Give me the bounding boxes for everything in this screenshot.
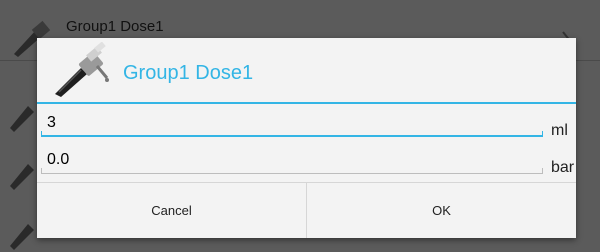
portafilter-icon xyxy=(10,224,34,250)
pressure-row: bar xyxy=(37,141,576,178)
list-item-title: Group1 Dose1 xyxy=(66,18,164,35)
pressure-input[interactable] xyxy=(41,148,549,172)
underline-tick xyxy=(41,131,42,137)
ok-button[interactable]: OK xyxy=(306,183,576,238)
dialog-button-bar: Cancel OK xyxy=(37,182,576,238)
volume-row: ml xyxy=(37,104,576,141)
underline-tick xyxy=(542,168,543,174)
volume-input[interactable] xyxy=(41,111,549,135)
portafilter-icon xyxy=(10,106,34,132)
underline-tick xyxy=(41,168,42,174)
volume-unit: ml xyxy=(551,122,568,139)
dose-dialog: Group1 Dose1 ml bar Cancel OK xyxy=(37,38,576,238)
dialog-title: Group1 Dose1 xyxy=(123,62,254,84)
cancel-button[interactable]: Cancel xyxy=(37,183,306,238)
pressure-unit: bar xyxy=(551,159,575,176)
pressure-underline xyxy=(41,173,543,174)
portafilter-icon xyxy=(10,164,34,190)
dialog-header: Group1 Dose1 xyxy=(37,38,576,102)
volume-underline xyxy=(41,135,543,137)
portafilter-icon xyxy=(55,42,109,97)
underline-tick xyxy=(542,131,543,137)
